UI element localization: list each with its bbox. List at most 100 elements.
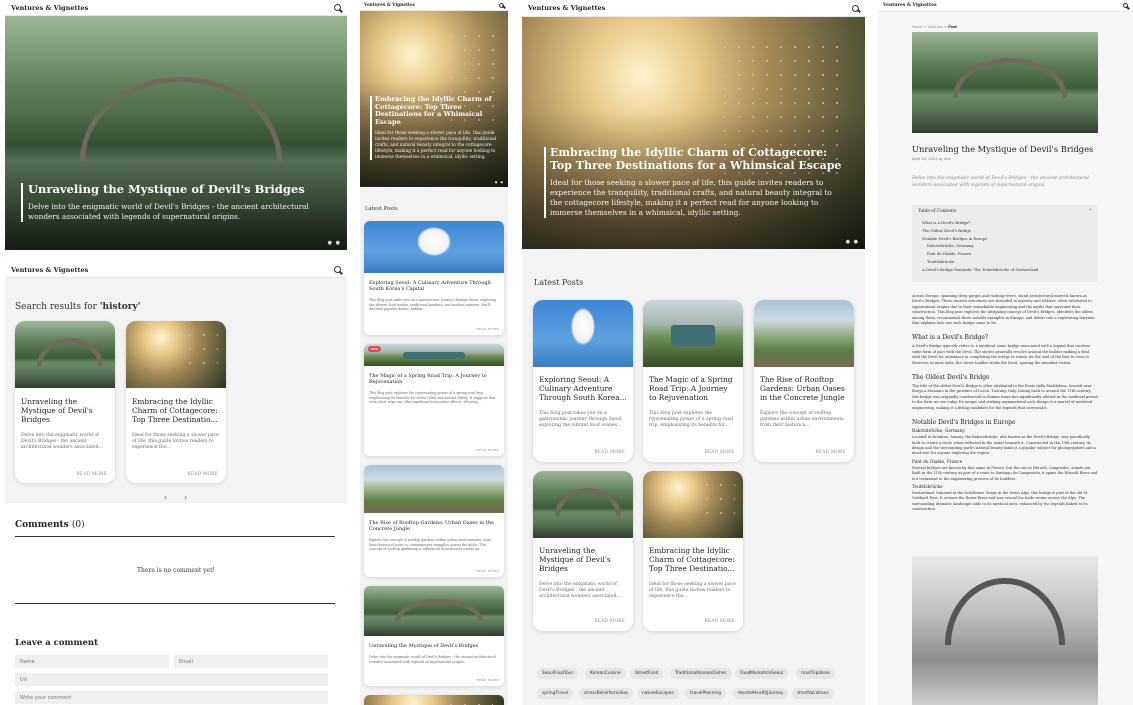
tag-chip[interactable]: stressReliefActivities	[579, 688, 634, 699]
toc-item[interactable]: The Oldest Devil's Bridge	[922, 227, 1092, 235]
toc-header[interactable]: Table of Contents ⌃	[918, 209, 1092, 214]
carousel-dots[interactable]: ● ●	[846, 239, 859, 245]
post-card[interactable]: Unraveling the Mystique of Devil's Bridg…	[364, 586, 504, 686]
search-result-card[interactable]: Embracing the Idyllic Charm of Cottageco…	[126, 321, 226, 483]
post-card[interactable]: Unraveling the Mystique of Devil's Bridg…	[533, 471, 633, 631]
post-card[interactable]	[364, 695, 504, 705]
read-more-link[interactable]: READ MORE	[187, 471, 218, 476]
card-image[interactable]	[364, 695, 504, 705]
hero-image[interactable]: Unraveling the Mystique of Devil's Bridg…	[5, 16, 347, 250]
site-brand[interactable]: Ventures & Vignettes	[364, 3, 415, 8]
card-title[interactable]: Unraveling the Mystique of Devil's Bridg…	[364, 636, 504, 652]
read-more-link[interactable]: READ MORE	[76, 471, 107, 476]
post-card[interactable]: NEW The Magic of a Spring Road Trip: A J…	[364, 344, 504, 456]
read-more-link[interactable]: READ MORE	[704, 618, 735, 623]
name-field[interactable]	[15, 655, 169, 668]
tag-chip[interactable]: roadTripIdeas	[796, 668, 835, 679]
card-image[interactable]	[643, 471, 743, 538]
toc-item[interactable]: Pont du Diable, France	[922, 250, 1092, 258]
site-brand[interactable]: Ventures & Vignettes	[528, 4, 605, 12]
pagination-next[interactable]: ›	[184, 493, 187, 502]
read-more-link[interactable]: READ MORE	[815, 449, 846, 454]
card-image[interactable]	[364, 221, 504, 273]
search-query: 'history'	[99, 302, 141, 312]
email-field[interactable]	[174, 655, 328, 668]
chevron-up-icon[interactable]: ⌃	[1088, 209, 1092, 214]
site-header: Ventures & Vignettes	[878, 0, 1133, 12]
comments-title: Comments	[15, 520, 69, 530]
post-card[interactable]: The Magic of a Spring Road Trip: A Journ…	[643, 300, 743, 462]
search-icon[interactable]	[499, 2, 504, 8]
post-card[interactable]: Exploring Seoul: A Culinary Adventure Th…	[533, 300, 633, 462]
url-field[interactable]	[15, 673, 328, 686]
card-title[interactable]: Embracing the Idyllic Charm of Cottageco…	[643, 538, 743, 578]
post-card[interactable]: Exploring Seoul: A Culinary Adventure Th…	[364, 221, 504, 335]
card-image[interactable]	[364, 465, 504, 513]
tag-chip[interactable]: TraditionalKoreanDishes	[670, 668, 732, 679]
hero-title[interactable]: Unraveling the Mystique of Devil's Bridg…	[28, 182, 321, 196]
tag-chip[interactable]: KoreanCuisine	[585, 668, 626, 679]
search-icon[interactable]	[334, 4, 341, 11]
tag-chip[interactable]: natureEscapes	[637, 688, 679, 699]
toc-item[interactable]: Rakotzbrücke, Germany	[922, 242, 1092, 250]
post-card[interactable]: The Rise of Rooftop Gardens: Urban Oases…	[754, 300, 854, 462]
toc-item[interactable]: Teufelsbrücke	[922, 258, 1092, 266]
card-image[interactable]	[754, 300, 854, 367]
card-image[interactable]	[364, 586, 504, 636]
card-excerpt: Explore the concept of rooftop gardens w…	[760, 410, 846, 429]
carousel-dots[interactable]: ● ●	[328, 240, 341, 246]
card-title[interactable]: Embracing the Idyllic Charm of Cottageco…	[126, 388, 226, 429]
tag-chip[interactable]: StreetFood	[630, 668, 664, 679]
read-more-link[interactable]: READ MORE	[476, 678, 499, 682]
read-more-link[interactable]: READ MORE	[476, 327, 499, 331]
tag-chip[interactable]: travelPlanning	[685, 688, 726, 699]
card-title[interactable]: Exploring Seoul: A Culinary Adventure Th…	[364, 273, 504, 295]
post-card[interactable]: The Rise of Rooftop Gardens: Urban Oases…	[364, 465, 504, 577]
hero-image[interactable]: Embracing the Idyllic Charm of Cottageco…	[522, 17, 865, 249]
read-more-link[interactable]: READ MORE	[594, 449, 625, 454]
search-icon[interactable]	[334, 266, 341, 273]
tag-chip[interactable]: FoodMarketsInSeoul	[735, 668, 789, 679]
hero-image[interactable]: Embracing the Idyllic Charm of Cottageco…	[360, 11, 508, 187]
tag-chip[interactable]: SeoulFoodTour	[537, 668, 579, 679]
hero-title[interactable]: Embracing the Idyllic Charm of Cottageco…	[550, 146, 844, 172]
card-image[interactable]	[643, 300, 743, 367]
comments-heading: Comments (0)	[15, 520, 85, 530]
breadcrumb-home[interactable]: Home	[912, 25, 922, 29]
read-more-link[interactable]: READ MORE	[594, 618, 625, 623]
card-title[interactable]: The Rise of Rooftop Gardens: Urban Oases…	[754, 367, 854, 407]
search-result-card[interactable]: Unraveling the Mystique of Devil's Bridg…	[15, 321, 115, 483]
card-image[interactable]	[533, 471, 633, 538]
toc-item[interactable]: A Devil's Bridge Fairytale: The Teufelsb…	[922, 266, 1092, 274]
site-brand[interactable]: Ventures & Vignettes	[883, 3, 936, 8]
tag-chip[interactable]: mentalHealthJourney	[733, 688, 789, 699]
pagination-prev[interactable]: ‹	[164, 493, 167, 502]
comment-field[interactable]	[15, 691, 328, 704]
read-more-link[interactable]: READ MORE	[476, 569, 499, 573]
read-more-link[interactable]: READ MORE	[704, 449, 735, 454]
card-image[interactable]	[126, 321, 226, 388]
search-icon[interactable]	[1123, 3, 1128, 8]
card-title[interactable]: The Rise of Rooftop Gardens: Urban Oases…	[364, 513, 504, 535]
toc-item[interactable]: Notable Devil's Bridges in Europe	[922, 235, 1092, 243]
hero-title[interactable]: Embracing the Idyllic Charm of Cottageco…	[375, 95, 498, 126]
card-title[interactable]: The Magic of a Spring Road Trip: A Journ…	[643, 367, 743, 407]
card-title[interactable]: Exploring Seoul: A Culinary Adventure Th…	[533, 367, 633, 407]
tag-chip[interactable]: springTravel	[537, 688, 574, 699]
breadcrumb-section[interactable]: Ventures	[928, 25, 943, 29]
card-image[interactable]	[15, 321, 115, 388]
read-more-link[interactable]: READ MORE	[476, 448, 499, 452]
toc-item[interactable]: What is a Devil's Bridge?	[922, 219, 1092, 227]
card-title[interactable]: Unraveling the Mystique of Devil's Bridg…	[15, 388, 115, 429]
card-title[interactable]: The Magic of a Spring Road Trip: A Journ…	[364, 366, 504, 388]
card-title[interactable]: Unraveling the Mystique of Devil's Bridg…	[533, 538, 633, 578]
card-image[interactable]	[533, 300, 633, 367]
tag-chip[interactable]: shortVacations	[792, 688, 834, 699]
carousel-dots[interactable]: ● ●	[495, 180, 504, 184]
site-brand[interactable]: Ventures & Vignettes	[11, 266, 88, 274]
search-icon[interactable]	[852, 4, 859, 12]
article-lede: Delve into the enigmatic world of Devil'…	[912, 176, 1089, 188]
site-brand[interactable]: Ventures & Vignettes	[11, 4, 88, 12]
card-image[interactable]	[364, 344, 504, 366]
post-card[interactable]: Embracing the Idyllic Charm of Cottageco…	[643, 471, 743, 631]
